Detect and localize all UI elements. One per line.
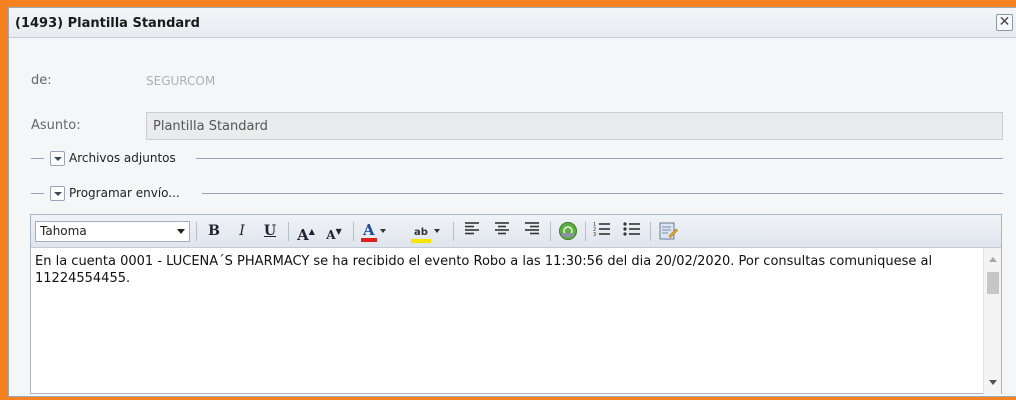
bold-button[interactable]: B	[204, 221, 224, 242]
chevron-down-icon	[433, 229, 440, 233]
attachments-divider-right	[196, 158, 1003, 159]
bulleted-list-button[interactable]	[621, 221, 643, 242]
italic-icon: I	[239, 223, 245, 239]
attachments-toggle-icon[interactable]	[50, 151, 65, 166]
insert-link-icon	[559, 222, 577, 240]
toolbar-separator	[585, 222, 586, 241]
scroll-thumb[interactable]	[987, 272, 999, 294]
toolbar-separator	[353, 222, 354, 241]
chevron-down-icon	[177, 229, 185, 234]
editor-content[interactable]: En la cuenta 0001 - LUCENA´S PHARMACY se…	[35, 253, 975, 287]
align-left-button[interactable]	[461, 221, 483, 242]
schedule-divider-left	[31, 193, 44, 194]
increase-font-button[interactable]: A▲	[294, 221, 318, 244]
decrease-font-button[interactable]: A▼	[323, 221, 345, 242]
bold-icon: B	[208, 223, 220, 239]
de-value: SEGURCOM	[146, 74, 216, 88]
source-edit-button[interactable]	[656, 221, 680, 242]
dialog-title: (1493) Plantilla Standard	[15, 16, 200, 31]
toolbar-separator	[196, 222, 197, 241]
italic-button[interactable]: I	[232, 221, 252, 242]
title-bar: (1493) Plantilla Standard ✕	[9, 8, 1016, 38]
dialog-body: de: SEGURCOM Asunto: Plantilla Standard …	[9, 38, 1016, 396]
schedule-label[interactable]: Programar envío...	[69, 186, 180, 200]
align-left-icon	[465, 222, 479, 235]
chevron-down-icon	[379, 229, 386, 233]
attachments-label[interactable]: Archivos adjuntos	[69, 151, 176, 165]
close-icon: ✕	[998, 14, 1011, 30]
align-center-icon	[495, 222, 509, 235]
font-color-button[interactable]: A	[361, 221, 395, 242]
toolbar-separator	[650, 222, 651, 241]
underline-icon: U	[263, 223, 277, 239]
font-family-select[interactable]: Tahoma	[35, 221, 190, 242]
svg-text:3: 3	[593, 232, 596, 237]
align-right-button[interactable]	[521, 221, 543, 242]
toolbar-separator	[288, 222, 289, 241]
dialog-window: (1493) Plantilla Standard ✕ de: SEGURCOM…	[8, 7, 1016, 397]
close-button[interactable]: ✕	[996, 14, 1013, 31]
source-edit-icon	[659, 222, 678, 240]
numbered-list-button[interactable]: 123	[591, 221, 613, 242]
toolbar-separator	[453, 222, 454, 241]
font-color-icon: A	[361, 223, 377, 242]
html-editor: Tahoma B I U A▲ A▼ A ab 1 2 3 En la cuen…	[30, 214, 1002, 394]
toolbar-separator	[550, 222, 551, 241]
schedule-divider-right	[202, 193, 1003, 194]
numbered-list-icon: 123	[593, 222, 610, 238]
align-center-button[interactable]	[491, 221, 513, 242]
asunto-field[interactable]: Plantilla Standard	[146, 112, 1003, 140]
highlight-icon: ab	[411, 226, 431, 243]
schedule-toggle-icon[interactable]	[50, 186, 65, 201]
scroll-down-icon[interactable]	[989, 380, 997, 385]
editor-toolbar: Tahoma B I U A▲ A▼ A ab 1 2 3	[31, 215, 1001, 248]
font-family-value: Tahoma	[40, 224, 87, 238]
highlight-button[interactable]: ab	[411, 221, 447, 243]
de-label: de:	[31, 73, 52, 88]
align-right-icon	[525, 222, 539, 235]
underline-button[interactable]: U	[260, 221, 280, 242]
scroll-up-icon[interactable]	[989, 257, 997, 262]
decrease-font-icon: A	[326, 228, 336, 242]
insert-link-button[interactable]	[556, 221, 580, 242]
vertical-scrollbar[interactable]	[983, 248, 1001, 394]
asunto-label: Asunto:	[31, 118, 81, 133]
bulleted-list-icon	[623, 222, 640, 236]
attachments-divider-left	[31, 158, 44, 159]
increase-font-icon: A	[297, 226, 309, 244]
